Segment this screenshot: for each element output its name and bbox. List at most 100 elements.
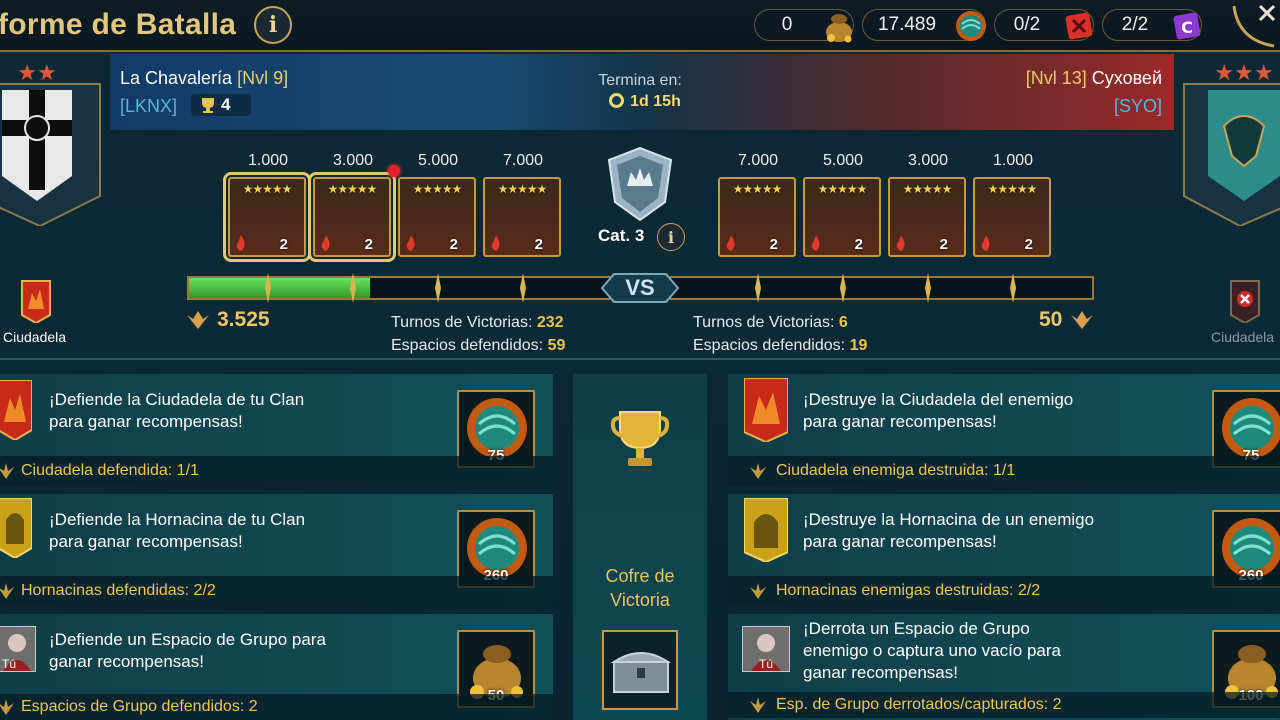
clan-banner — [110, 54, 1174, 130]
enemy-reward-chest[interactable]: ★★★★★ 2 — [803, 177, 881, 257]
laurel-icon — [750, 463, 766, 479]
left-clan-name: La Chavalería [Nvl 9] — [120, 68, 289, 88]
enemy-reward-chest[interactable]: ★★★★★ 2 — [718, 177, 796, 257]
right-score: 50 — [1039, 308, 1063, 331]
task-text: ¡Defiende la Hornacina de tu Clan para ga… — [49, 510, 306, 551]
flame-icon — [406, 235, 415, 251]
chest-points-label: 7.000 — [502, 152, 544, 169]
right-clan-emblem: ★★★ — [1183, 61, 1280, 226]
chest-count: 2 — [939, 236, 948, 253]
stars-icon: ★★★★★ — [327, 182, 378, 196]
close-icon[interactable] — [1216, 0, 1280, 52]
right-clan-name: [Nvl 13] Суховей — [1025, 68, 1162, 88]
enemy-shrine-icon — [744, 498, 788, 562]
clock-icon — [609, 93, 625, 108]
info-button[interactable]: i — [254, 6, 292, 44]
chest-count: 2 — [449, 236, 458, 253]
laurel-icon — [0, 699, 14, 715]
task-card: ¡Destruye la Hornacina de un enemigo para… — [728, 494, 1280, 606]
task-text: ¡Defiende la Ciudadela de tu Clan para ga… — [49, 390, 305, 431]
laurel-icon — [0, 583, 14, 599]
trophy-icon — [610, 411, 670, 466]
flame-icon — [896, 235, 905, 251]
task-card: ¡Defiende la Hornacina de tu Clan para ga… — [0, 494, 553, 606]
task-text: ¡Defiende un Espacio de Grupo para ganar … — [49, 630, 326, 671]
chest-points-label: 1.000 — [992, 152, 1034, 169]
citadel-icon[interactable] — [20, 279, 52, 323]
flame-icon — [491, 235, 500, 251]
enemy-citadel-label: Ciudadela — [1211, 329, 1275, 345]
you-label: Tú — [2, 657, 17, 671]
chest-count: 2 — [534, 236, 543, 253]
progress-marker — [755, 273, 761, 303]
task-progress: Hornacinas enemigas destruidas: 2/2 — [728, 576, 1280, 606]
left-clan-emblem: ★★ — [0, 61, 101, 226]
victory-chest-panel: Cofre de Victoria — [573, 374, 707, 720]
laurel-icon — [0, 463, 14, 479]
trophy-icon — [202, 98, 214, 113]
progress-marker — [840, 273, 846, 303]
enemy-reward-chest[interactable]: ★★★★★ 2 — [888, 177, 966, 257]
stars-icon: ★★★★★ — [412, 182, 463, 196]
task-progress: Ciudadela defendida: 1/1 — [0, 456, 553, 486]
task-card: Tú ¡Defiende un Espacio de Grupo para gan… — [0, 614, 553, 720]
root: { "header": {"title": "forme de Batalla"… — [0, 0, 1280, 720]
svg-text:★★★: ★★★ — [1214, 61, 1273, 86]
left-defended-stat: Espacios defendidos: 59 — [391, 337, 566, 354]
reward-chest[interactable]: ★★★★★ 2 — [398, 177, 476, 257]
enemy-citadel-icon[interactable] — [1229, 279, 1261, 323]
chest-points-label: 3.000 — [332, 152, 374, 169]
stars-icon: ★★★★★ — [497, 182, 548, 196]
category-shield-icon — [607, 146, 673, 222]
resource-purple-scroll: 2/2 C — [1102, 9, 1202, 41]
task-text: ¡Derrota un Espacio de Grupo enemigo o ca… — [803, 619, 1062, 682]
chest-count: 2 — [279, 236, 288, 253]
chest-points-label: 7.000 — [737, 152, 779, 169]
victory-chest[interactable] — [602, 630, 678, 710]
top-bar: forme de Batalla i 0 17.489 0/2 2/2 C — [0, 0, 1280, 52]
shrine-icon — [0, 498, 32, 558]
reward-chest[interactable]: ★★★★★ 2 — [483, 177, 561, 257]
laurel-icon — [1071, 311, 1093, 329]
task-progress: Espacios de Grupo defendidos: 2 — [0, 694, 553, 720]
money-bag-icon — [826, 14, 852, 43]
left-clan-tag: [LKNX] — [120, 96, 178, 116]
left-wins-stat: Turnos de Victorias: 232 — [391, 314, 564, 331]
right-defended-stat: Espacios defendidos: 19 — [693, 337, 868, 354]
stars-icon: ★★★★★ — [902, 182, 953, 196]
laurel-icon — [187, 311, 209, 329]
chest-count: 2 — [364, 236, 373, 253]
left-score: 3.525 — [217, 308, 270, 331]
enemy-citadel-icon — [744, 378, 788, 442]
enemy-reward-chest[interactable]: ★★★★★ 2 — [973, 177, 1051, 257]
stars-icon: ★★★★★ — [242, 182, 293, 196]
flame-icon — [811, 235, 820, 251]
divider — [0, 358, 1280, 360]
right-clan-tag: [SYO] — [1113, 96, 1162, 116]
gem-icon — [956, 11, 986, 41]
red-scroll-icon — [1065, 12, 1093, 40]
resource-gem-value: 17.489 — [877, 14, 937, 35]
progress-marker — [350, 273, 356, 303]
notification-dot — [388, 165, 400, 177]
ends-label: Termina en: — [598, 72, 682, 89]
chest-icon — [610, 652, 672, 693]
task-card: Tú ¡Derrota un Espacio de Grupo enemigo o… — [728, 614, 1280, 720]
stars-icon: ★★★★★ — [732, 182, 783, 196]
chest-points-label: 1.000 — [247, 152, 289, 169]
progress-marker — [925, 273, 931, 303]
chest-points-label: 5.000 — [417, 152, 459, 169]
right-wins-stat: Turnos de Victorias: 6 — [693, 314, 848, 331]
you-label: Tú — [759, 657, 774, 671]
stars-icon: ★★★★★ — [817, 182, 868, 196]
page-title: forme de Batalla — [0, 8, 237, 41]
progress-marker — [435, 273, 441, 303]
timer: 1d 15h — [595, 93, 695, 111]
reward-chest[interactable]: ★★★★★ 2 — [223, 172, 311, 262]
reward-chest[interactable]: ★★★★★ 2 — [308, 172, 396, 262]
purple-scroll-icon: C — [1173, 12, 1201, 40]
timer-value: 1d 15h — [630, 93, 681, 110]
resource-gem: 17.489 — [862, 9, 986, 41]
resource-purple-value: 2/2 — [1121, 14, 1149, 35]
category-info-button[interactable]: i — [657, 223, 685, 251]
